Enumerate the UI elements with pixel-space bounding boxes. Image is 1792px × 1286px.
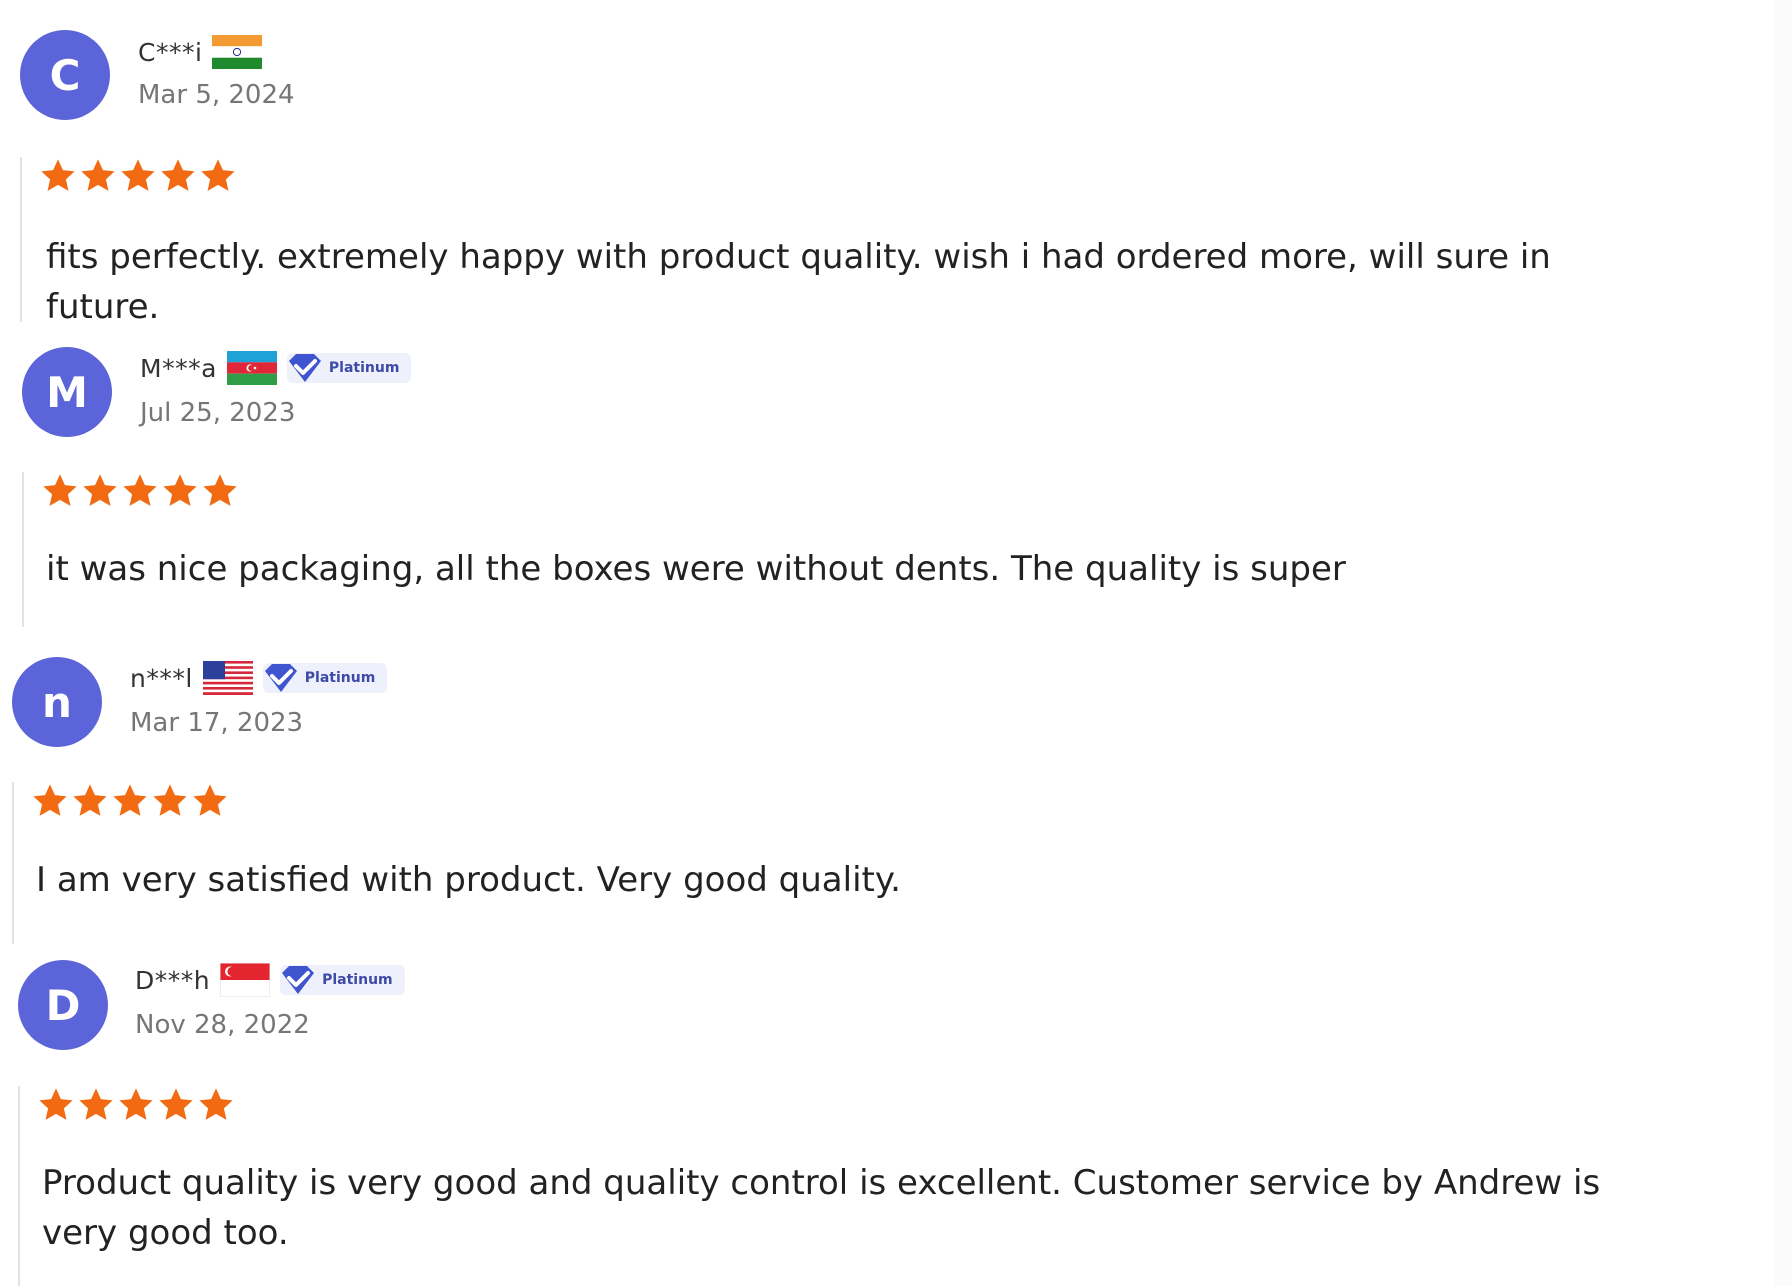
- azerbaijan-flag-icon: [226, 351, 277, 385]
- star-icon: [83, 474, 117, 506]
- avatar: M: [22, 347, 112, 437]
- badge-label: Platinum: [304, 670, 376, 686]
- star-rating: [30, 782, 230, 820]
- avatar: D: [18, 960, 108, 1050]
- reviewer-line: n***l Platinum: [130, 660, 388, 696]
- reviewer-name: n***l: [130, 663, 193, 693]
- usa-flag-icon: [202, 661, 253, 695]
- star-icon: [73, 784, 107, 816]
- reviewer-line: C***i: [138, 34, 263, 70]
- review-item: D D***h Platinum Nov 28, 2022 Product qu…: [0, 950, 1792, 1286]
- star-rating: [40, 472, 240, 510]
- reviewer-line: D***h Platinum: [135, 962, 405, 998]
- star-icon: [43, 474, 77, 506]
- star-icon: [41, 159, 75, 191]
- review-body: I am very satisfied with product. Very g…: [12, 782, 901, 944]
- avatar: C: [20, 30, 110, 120]
- star-icon: [159, 1088, 193, 1120]
- review-item: n n***l Platinum Mar 17, 2023 I am very …: [0, 630, 1792, 950]
- review-body: fits perfectly. extremely happy with pro…: [20, 157, 1551, 327]
- review-text: Product quality is very good and quality…: [42, 1163, 1601, 1253]
- reviewer-name: D***h: [135, 965, 211, 995]
- platinum-badge: Platinum: [286, 353, 412, 383]
- diamond-check-icon: [288, 354, 321, 382]
- badge-label: Platinum: [322, 972, 393, 988]
- singapore-flag-icon: [220, 963, 271, 997]
- star-icon: [33, 784, 67, 816]
- reviewer-line: M***a Platinum: [140, 350, 412, 386]
- star-icon: [81, 159, 115, 191]
- review-item: M M***a Platinum Jul 25, 2023 it was nic…: [0, 320, 1792, 630]
- review-text: it was nice packaging, all the boxes wer…: [46, 549, 1346, 589]
- star-rating: [38, 157, 238, 195]
- star-icon: [199, 1088, 233, 1120]
- star-icon: [153, 784, 187, 816]
- star-icon: [193, 784, 227, 816]
- review-body: Product quality is very good and quality…: [18, 1086, 1600, 1286]
- review-date: Mar 17, 2023: [130, 708, 304, 738]
- review-list: C C***i Mar 5, 2024 fits perfectly. extr…: [0, 0, 1792, 1286]
- review-item: C C***i Mar 5, 2024 fits perfectly. extr…: [0, 0, 1792, 327]
- star-icon: [39, 1088, 73, 1120]
- star-icon: [113, 784, 147, 816]
- page-edge: [1774, 0, 1792, 1286]
- review-date: Mar 5, 2024: [138, 80, 295, 110]
- review-date: Nov 28, 2022: [135, 1010, 310, 1040]
- review-date: Jul 25, 2023: [140, 398, 296, 428]
- platinum-badge: Platinum: [280, 965, 405, 995]
- platinum-badge: Platinum: [262, 663, 388, 693]
- star-icon: [161, 159, 195, 191]
- review-text: I am very satisfied with product. Very g…: [36, 860, 901, 900]
- diamond-check-icon: [282, 966, 315, 994]
- india-flag-icon: [212, 35, 263, 69]
- star-rating: [36, 1086, 236, 1124]
- star-icon: [121, 159, 155, 191]
- star-icon: [163, 474, 197, 506]
- star-icon: [119, 1088, 153, 1120]
- reviewer-name: M***a: [140, 353, 217, 383]
- reviewer-name: C***i: [138, 37, 203, 67]
- review-text: fits perfectly. extremely happy with pro…: [46, 237, 1551, 327]
- review-body: it was nice packaging, all the boxes wer…: [22, 472, 1346, 627]
- star-icon: [123, 474, 157, 506]
- diamond-check-icon: [264, 664, 297, 692]
- star-icon: [203, 474, 237, 506]
- badge-label: Platinum: [328, 360, 400, 376]
- star-icon: [201, 159, 235, 191]
- star-icon: [79, 1088, 113, 1120]
- avatar: n: [12, 657, 102, 747]
